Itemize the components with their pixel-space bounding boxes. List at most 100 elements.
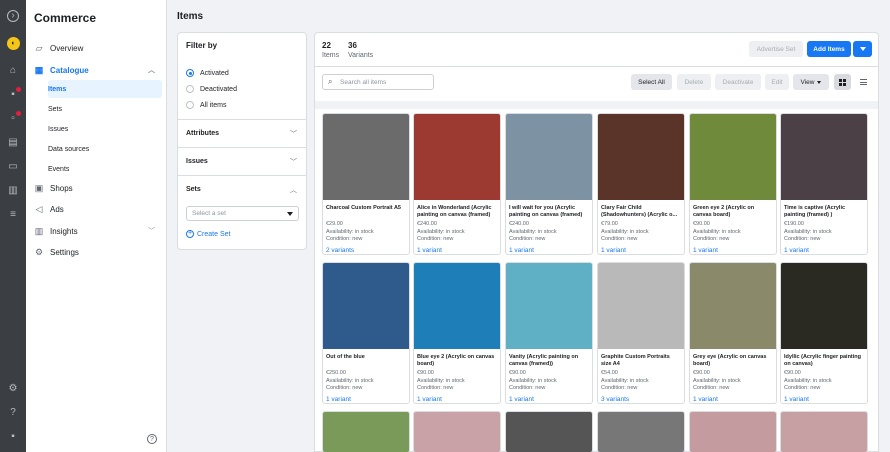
product-card[interactable] bbox=[689, 411, 777, 452]
meta-logo-icon[interactable]: › bbox=[7, 10, 19, 22]
sidebar-item-ads[interactable]: ◁ Ads bbox=[26, 200, 167, 218]
add-items-dropdown-button[interactable] bbox=[853, 41, 872, 57]
sidebar-subitem-events[interactable]: Events bbox=[48, 160, 162, 178]
search-input[interactable]: ⌕ Search all items bbox=[322, 74, 434, 90]
sidebar-subitem-issues[interactable]: Issues bbox=[48, 120, 162, 138]
deactivate-button[interactable]: Deactivate bbox=[715, 74, 761, 90]
product-image[interactable] bbox=[781, 412, 867, 452]
messages-icon[interactable]: ▭ bbox=[7, 161, 19, 173]
sidebar-subitem-sets[interactable]: Sets bbox=[48, 100, 162, 118]
menu-icon[interactable]: ≡ bbox=[7, 209, 19, 221]
product-image[interactable] bbox=[506, 114, 592, 200]
product-card[interactable] bbox=[413, 411, 501, 452]
page-title: Items bbox=[177, 11, 204, 22]
product-variants-link[interactable]: 1 variant bbox=[326, 396, 406, 403]
product-variants-link[interactable]: 1 variant bbox=[784, 396, 864, 403]
product-variants-link[interactable]: 3 variants bbox=[601, 396, 681, 403]
product-image[interactable] bbox=[414, 412, 500, 452]
create-set-link[interactable]: + Create Set bbox=[186, 230, 230, 238]
filter-option-activated[interactable]: Activated bbox=[186, 67, 229, 79]
product-variants-link[interactable]: 1 variant bbox=[693, 247, 773, 254]
product-variants-link[interactable]: 1 variant bbox=[601, 247, 681, 254]
filter-section-sets[interactable]: Sets ︿ bbox=[178, 175, 306, 203]
sidebar-item-catalogue[interactable]: ▦ Catalogue ︿ bbox=[26, 61, 167, 79]
product-card[interactable]: Out of the blue €250.00 Availability: in s… bbox=[322, 262, 410, 404]
feedback-icon[interactable]: ▪ bbox=[7, 431, 19, 443]
product-card[interactable]: Charcoal Custom Portrait A5 €29.00 Availab… bbox=[322, 113, 410, 255]
sidebar-item-overview[interactable]: ▱ Overview bbox=[26, 39, 167, 57]
pages-icon[interactable]: ▤ bbox=[7, 137, 19, 149]
product-card[interactable]: Graphite Custom Portraits size A4 €54.00 A… bbox=[597, 262, 685, 404]
product-card[interactable]: I will wait for you (Acrylic painting on… bbox=[505, 113, 593, 255]
delete-button[interactable]: Delete bbox=[677, 74, 711, 90]
product-availability: Availability: in stock bbox=[326, 228, 374, 235]
add-items-button[interactable]: Add Items bbox=[807, 41, 851, 57]
product-card[interactable]: Idyllic (Acrylic finger painting on canv… bbox=[780, 262, 868, 404]
product-card[interactable]: Grey eye (Acrylic on canvas board) €90.00… bbox=[689, 262, 777, 404]
product-card[interactable]: Vanity (Acrylic painting on canvas (fram… bbox=[505, 262, 593, 404]
grid-view-button[interactable] bbox=[834, 74, 851, 90]
filter-option-deactivated[interactable]: Deactivated bbox=[186, 83, 237, 95]
product-image[interactable] bbox=[690, 263, 776, 349]
filter-section-issues[interactable]: Issues ﹀ bbox=[178, 147, 306, 175]
sidebar-item-shops[interactable]: ▣ Shops bbox=[26, 179, 167, 197]
product-image[interactable] bbox=[690, 114, 776, 200]
product-image[interactable] bbox=[598, 412, 684, 452]
product-image[interactable] bbox=[323, 114, 409, 200]
filter-heading: Filter by bbox=[186, 41, 218, 50]
radio-icon bbox=[186, 85, 194, 93]
sidebar-subitem-data-sources[interactable]: Data sources bbox=[48, 140, 162, 158]
product-condition: Condition: new bbox=[784, 236, 821, 242]
filter-option-all-items[interactable]: All items bbox=[186, 99, 226, 111]
list-view-button[interactable] bbox=[855, 74, 872, 90]
home-icon[interactable]: ⌂ bbox=[7, 65, 19, 77]
product-image[interactable] bbox=[598, 263, 684, 349]
rail-help-icon[interactable]: ? bbox=[7, 407, 19, 419]
product-variants-link[interactable]: 1 variant bbox=[784, 247, 864, 254]
product-variants-link[interactable]: 2 variants bbox=[326, 247, 406, 254]
product-variants-link[interactable]: 1 variant bbox=[509, 247, 589, 254]
sidebar-item-insights[interactable]: ▥ Insights ﹀ bbox=[26, 222, 167, 240]
product-card[interactable]: Time is captive (Acrylic painting (frame… bbox=[780, 113, 868, 255]
product-card[interactable] bbox=[322, 411, 410, 452]
business-avatar[interactable]: ◐ bbox=[7, 37, 20, 50]
product-image[interactable] bbox=[506, 263, 592, 349]
edit-button[interactable]: Edit bbox=[765, 74, 789, 90]
product-image[interactable] bbox=[506, 412, 592, 452]
filter-section-attributes[interactable]: Attributes ﹀ bbox=[178, 119, 306, 147]
product-image[interactable] bbox=[323, 412, 409, 452]
rail-settings-icon[interactable]: ⚙ bbox=[7, 383, 19, 395]
product-card[interactable] bbox=[780, 411, 868, 452]
sidebar-item-label: Settings bbox=[50, 247, 79, 257]
product-variants-link[interactable]: 1 variant bbox=[693, 396, 773, 403]
analytics-icon[interactable]: ▥ bbox=[7, 185, 19, 197]
product-image[interactable] bbox=[414, 263, 500, 349]
sidebar-item-settings[interactable]: ⚙ Settings bbox=[26, 243, 167, 261]
product-image[interactable] bbox=[414, 114, 500, 200]
sidebar-subitem-items[interactable]: Items bbox=[48, 80, 162, 98]
product-price: €240.00 bbox=[417, 221, 437, 227]
product-image[interactable] bbox=[781, 114, 867, 200]
set-select[interactable]: Select a set bbox=[186, 206, 299, 221]
view-dropdown[interactable]: View bbox=[793, 74, 829, 90]
sidebar-subitem-label: Data sources bbox=[48, 145, 90, 153]
product-card[interactable]: Green eye 2 (Acrylic on canvas board) €90… bbox=[689, 113, 777, 255]
select-all-button[interactable]: Select All bbox=[631, 74, 672, 90]
product-price: €190.00 bbox=[784, 221, 804, 227]
product-card[interactable]: Clary Fair Child (Shadowhunters) (Acryli… bbox=[597, 113, 685, 255]
notifications-icon[interactable]: ▪ bbox=[7, 87, 21, 101]
product-image[interactable] bbox=[323, 263, 409, 349]
product-image[interactable] bbox=[598, 114, 684, 200]
product-image[interactable] bbox=[690, 412, 776, 452]
product-card[interactable] bbox=[505, 411, 593, 452]
help-icon[interactable]: ? bbox=[147, 434, 157, 444]
product-card[interactable] bbox=[597, 411, 685, 452]
product-image[interactable] bbox=[781, 263, 867, 349]
product-card[interactable]: Blue eye 2 (Acrylic on canvas board) €90.… bbox=[413, 262, 501, 404]
inbox-icon[interactable]: ▫ bbox=[7, 111, 21, 125]
product-variants-link[interactable]: 1 variant bbox=[417, 247, 497, 254]
advertise-set-button[interactable]: Advertise Set bbox=[749, 41, 803, 57]
product-variants-link[interactable]: 1 variant bbox=[417, 396, 497, 403]
product-card[interactable]: Alice in Wonderland (Acrylic painting on… bbox=[413, 113, 501, 255]
product-variants-link[interactable]: 1 variant bbox=[509, 396, 589, 403]
